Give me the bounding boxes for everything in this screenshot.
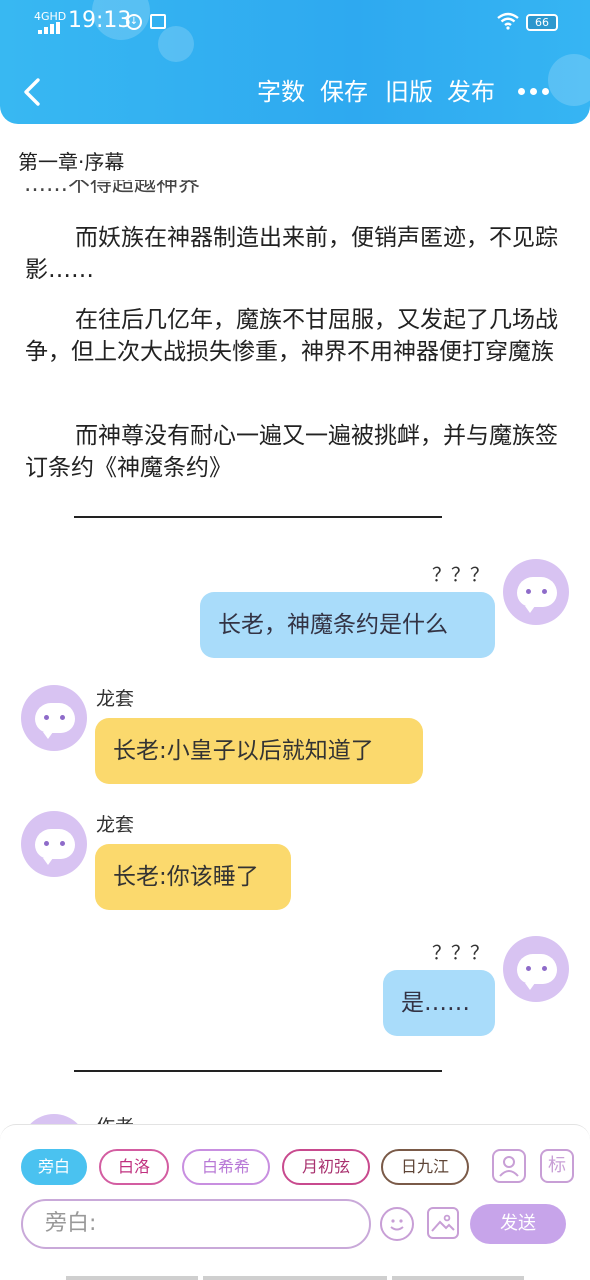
bottom-indicator [392, 1276, 524, 1280]
avatar[interactable] [21, 1114, 87, 1124]
chat-bubble[interactable]: 长老:你该睡了 [95, 844, 291, 910]
chat-face-icon [35, 829, 75, 865]
speaker-name: 龙套 [96, 814, 135, 836]
smiley-icon [390, 1219, 404, 1231]
send-button[interactable]: 发送 [470, 1204, 566, 1244]
chat-bubble[interactable]: 是…… [383, 970, 495, 1036]
role-chip-narration[interactable]: 旁白 [21, 1149, 87, 1185]
avatar[interactable] [21, 685, 87, 751]
narration-paragraph[interactable]: 在往后几亿年，魔族不甘屈服，又发起了几场战争，但上次大战损失惨重，神界不用神器便… [25, 304, 565, 368]
word-count-button[interactable]: 字数 [257, 74, 305, 110]
speaker-name: ？？？ [432, 942, 490, 964]
manage-roles-icon[interactable] [492, 1149, 526, 1183]
role-chip[interactable]: 日九江 [381, 1149, 469, 1185]
chat-face-icon [517, 577, 557, 613]
section-divider [74, 516, 442, 518]
chat-face-icon [35, 703, 75, 739]
more-icon[interactable] [516, 86, 552, 98]
speaker-name: 龙套 [96, 688, 135, 710]
book-icon [150, 14, 166, 29]
old-version-button[interactable]: 旧版 [385, 74, 433, 110]
network-type: 4GHD [34, 10, 67, 23]
avatar[interactable] [503, 936, 569, 1002]
picture-icon [431, 1214, 455, 1232]
chat-bubble[interactable]: 长老:小皇子以后就知道了 [95, 718, 423, 784]
role-chip[interactable]: 白希希 [182, 1149, 270, 1185]
decor-bubble [548, 54, 590, 106]
bottom-indicator [66, 1276, 198, 1280]
tag-button[interactable]: 标 [540, 1149, 574, 1183]
status-bar: 4GHD 19:13 ↓ 66 [0, 0, 590, 44]
bottom-indicator [203, 1276, 387, 1280]
top-app-bar: 4GHD 19:13 ↓ 66 字数 保存 旧版 发布 [0, 0, 590, 124]
narration-paragraph[interactable]: 而神尊没有耐心一遍又一遍被挑衅，并与魔族签订条约《神魔条约》 [25, 420, 565, 484]
back-arrow-icon[interactable] [20, 74, 44, 110]
speaker-name: ？？？ [432, 564, 490, 586]
person-icon [499, 1156, 519, 1177]
chat-face-icon [517, 954, 557, 990]
avatar[interactable] [503, 559, 569, 625]
speaker-name: 作者 [96, 1112, 134, 1124]
publish-button[interactable]: 发布 [447, 74, 495, 110]
save-button[interactable]: 保存 [320, 74, 368, 110]
chat-bubble[interactable]: 长老，神魔条约是什么 [200, 592, 495, 658]
role-chip[interactable]: 白洛 [99, 1149, 169, 1185]
emoji-icon[interactable] [380, 1207, 414, 1241]
image-icon[interactable] [427, 1207, 459, 1239]
role-chip[interactable]: 月初弦 [282, 1149, 370, 1185]
compose-panel: 旁白 白洛 白希希 月初弦 日九江 标 旁白: 发送 [0, 1124, 590, 1280]
signal-icon [38, 22, 60, 34]
battery-icon: 66 [526, 14, 558, 31]
wifi-icon [497, 12, 519, 30]
section-divider [74, 1070, 442, 1072]
avatar[interactable] [21, 811, 87, 877]
chapter-title[interactable]: 第一章·序幕 [18, 146, 124, 175]
clock: 19:13 [68, 8, 132, 33]
clipped-text: ……不得超越神界 [24, 180, 201, 194]
clipped-text-line: ……不得超越神界 [24, 180, 264, 194]
story-content[interactable]: ……不得超越神界 而妖族在神器制造出来前，便销声匿迹，不见踪影…… 在往后几亿年… [0, 178, 590, 1124]
dialogue-input[interactable]: 旁白: [21, 1199, 371, 1249]
notification-icon: ↓ [126, 14, 142, 30]
narration-paragraph[interactable]: 而妖族在神器制造出来前，便销声匿迹，不见踪影…… [25, 222, 565, 286]
